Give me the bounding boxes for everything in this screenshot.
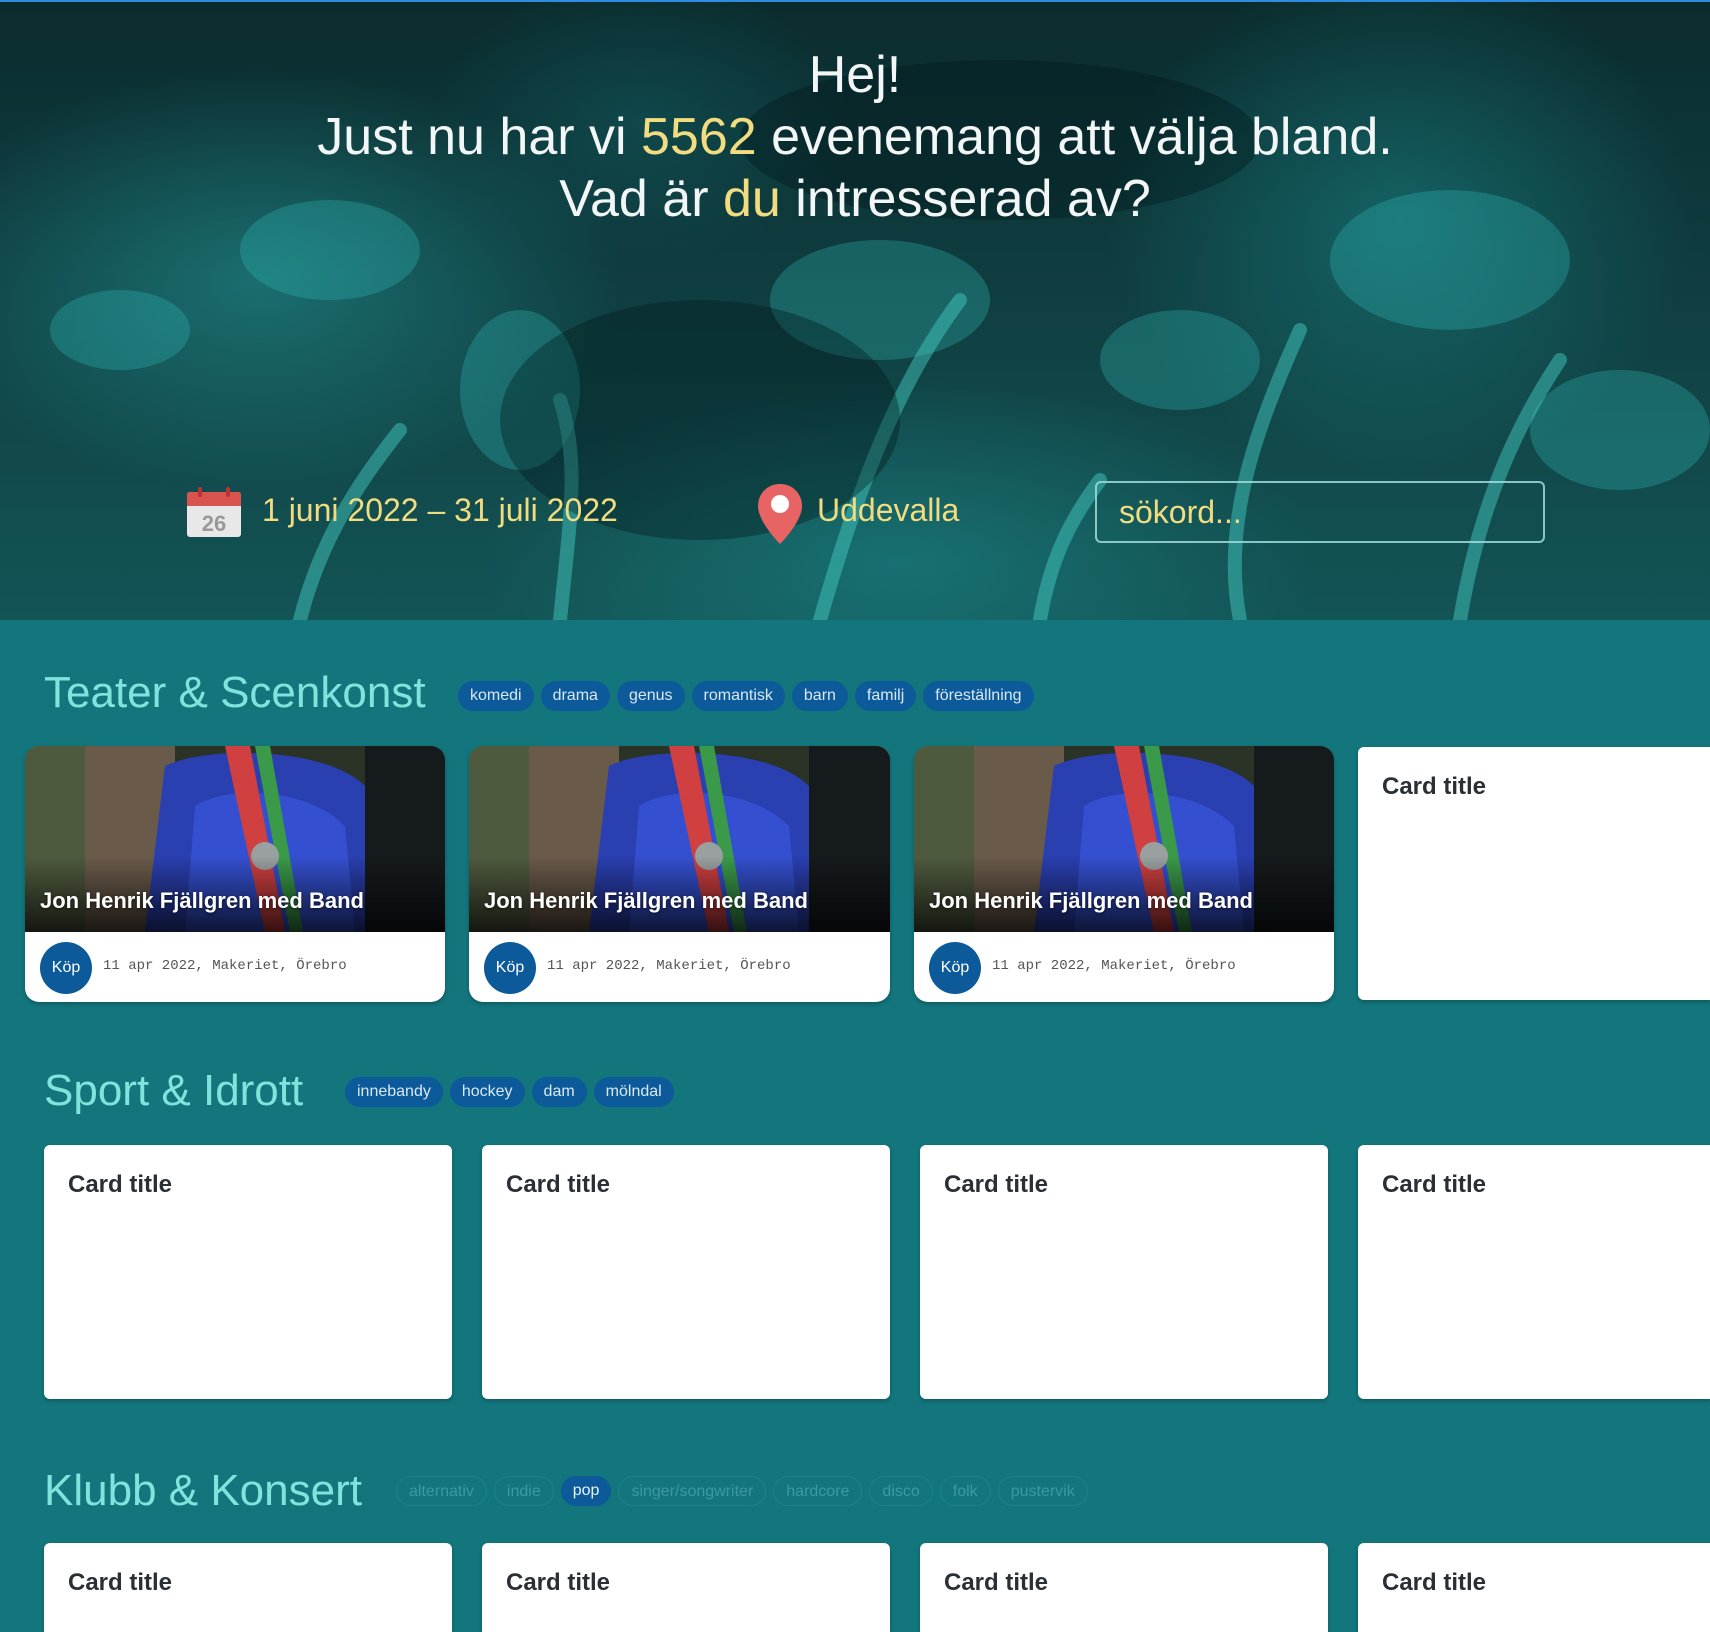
card-title: Card title (944, 1569, 1049, 1596)
event-title: Jon Henrik Fjällgren med Band (929, 888, 1253, 913)
tag-singer-songwriter[interactable]: singer/songwriter (618, 1476, 767, 1506)
tag-list: alternativ indie pop singer/songwriter h… (396, 1476, 1088, 1506)
event-card[interactable]: Jon Henrik Fjällgren med Band Köp 11 apr… (25, 746, 445, 1002)
calendar-icon[interactable]: 26 (186, 486, 242, 538)
hero-text-part: evenemang att välja bland. (756, 108, 1393, 166)
placeholder-card[interactable]: Card title (44, 1543, 452, 1632)
placeholder-card[interactable]: Card title (1358, 747, 1710, 1000)
hero-text-part: Just nu har vi (317, 108, 642, 166)
hero-highlight-du: du (722, 170, 781, 228)
hero-text-part: intresserad av? (780, 170, 1151, 228)
search-input[interactable] (1095, 481, 1545, 543)
event-date-venue: 11 apr 2022, Makeriet, Örebro (547, 958, 791, 974)
hero-headline: Hej! Just nu har vi 5562 evenemang att v… (0, 44, 1710, 230)
tag-disco[interactable]: disco (869, 1476, 933, 1506)
section-title: Teater & Scenkonst (44, 668, 426, 717)
tag-list: komedi drama genus romantisk barn familj… (458, 681, 1034, 711)
hero-banner: Hej! Just nu har vi 5562 evenemang att v… (0, 0, 1710, 620)
filter-row: 26 1 juni 2022 – 31 juli 2022 Uddevalla (0, 480, 1710, 546)
tag-genus[interactable]: genus (616, 681, 685, 711)
top-accent-line (0, 0, 1710, 2)
event-image: Jon Henrik Fjällgren med Band (25, 746, 445, 932)
placeholder-card[interactable]: Card title (44, 1145, 452, 1399)
buy-button[interactable]: Köp (40, 942, 92, 994)
placeholder-card[interactable]: Card title (482, 1145, 890, 1399)
tag-hockey[interactable]: hockey (449, 1077, 525, 1107)
event-title: Jon Henrik Fjällgren med Band (484, 888, 808, 913)
event-date-venue: 11 apr 2022, Makeriet, Örebro (103, 958, 347, 974)
tag-molndal[interactable]: mölndal (593, 1077, 674, 1107)
placeholder-card[interactable]: Card title (482, 1543, 890, 1632)
tag-pustervik[interactable]: pustervik (997, 1476, 1088, 1506)
placeholder-card[interactable]: Card title (920, 1543, 1328, 1632)
tag-innebandy[interactable]: innebandy (345, 1077, 443, 1107)
card-title: Card title (1382, 1569, 1487, 1596)
tag-list: innebandy hockey dam mölndal (345, 1077, 674, 1107)
tag-indie[interactable]: indie (493, 1476, 554, 1506)
placeholder-card[interactable]: Card title (1358, 1543, 1710, 1632)
tag-komedi[interactable]: komedi (458, 681, 534, 711)
city-selector[interactable]: Uddevalla (817, 492, 959, 529)
tag-familj[interactable]: familj (854, 681, 917, 711)
tag-romantisk[interactable]: romantisk (691, 681, 785, 711)
tag-pop[interactable]: pop (560, 1476, 612, 1506)
section-title: Sport & Idrott (44, 1066, 304, 1115)
event-title: Jon Henrik Fjällgren med Band (40, 888, 364, 913)
tag-alternativ[interactable]: alternativ (396, 1476, 487, 1506)
card-title: Card title (506, 1569, 611, 1596)
card-title: Card title (944, 1171, 1049, 1198)
tag-hardcore[interactable]: hardcore (773, 1476, 863, 1506)
placeholder-card[interactable]: Card title (1358, 1145, 1710, 1399)
location-pin-icon[interactable] (756, 482, 804, 546)
calendar-day-number: 26 (202, 511, 226, 536)
tag-folk[interactable]: folk (939, 1476, 991, 1506)
card-title: Card title (506, 1171, 611, 1198)
event-count: 5562 (641, 108, 757, 166)
card-title: Card title (68, 1171, 173, 1198)
tag-barn[interactable]: barn (791, 681, 848, 711)
tag-dam[interactable]: dam (531, 1077, 587, 1107)
buy-button[interactable]: Köp (929, 942, 981, 994)
event-image: Jon Henrik Fjällgren med Band (914, 746, 1334, 932)
event-card[interactable]: Jon Henrik Fjällgren med Band Köp 11 apr… (469, 746, 890, 1002)
section-klubb-konsert: Klubb & Konsert alternativ indie pop sin… (0, 1420, 1710, 1632)
hero-text-part: Vad är (559, 170, 723, 228)
event-image: Jon Henrik Fjällgren med Band (469, 746, 890, 932)
card-title: Card title (1382, 1171, 1487, 1198)
date-range-picker[interactable]: 1 juni 2022 – 31 juli 2022 (262, 492, 618, 529)
event-card[interactable]: Jon Henrik Fjällgren med Band Köp 11 apr… (914, 746, 1334, 1002)
buy-button[interactable]: Köp (484, 942, 536, 994)
section-title: Klubb & Konsert (44, 1466, 362, 1515)
placeholder-card[interactable]: Card title (920, 1145, 1328, 1399)
card-title: Card title (68, 1569, 173, 1596)
event-date-venue: 11 apr 2022, Makeriet, Örebro (992, 958, 1236, 974)
hero-greeting: Hej! (808, 46, 902, 104)
section-teater-scenkonst: Teater & Scenkonst komedi drama genus ro… (0, 620, 1710, 1020)
hero-line-count: Just nu har vi 5562 evenemang att välja … (0, 106, 1710, 168)
tag-drama[interactable]: drama (540, 681, 610, 711)
tag-forestallning[interactable]: föreställning (923, 681, 1034, 711)
card-title: Card title (1382, 773, 1487, 800)
hero-line-question: Vad är du intresserad av? (0, 168, 1710, 230)
section-sport-idrott: Sport & Idrott innebandy hockey dam möln… (0, 1020, 1710, 1420)
